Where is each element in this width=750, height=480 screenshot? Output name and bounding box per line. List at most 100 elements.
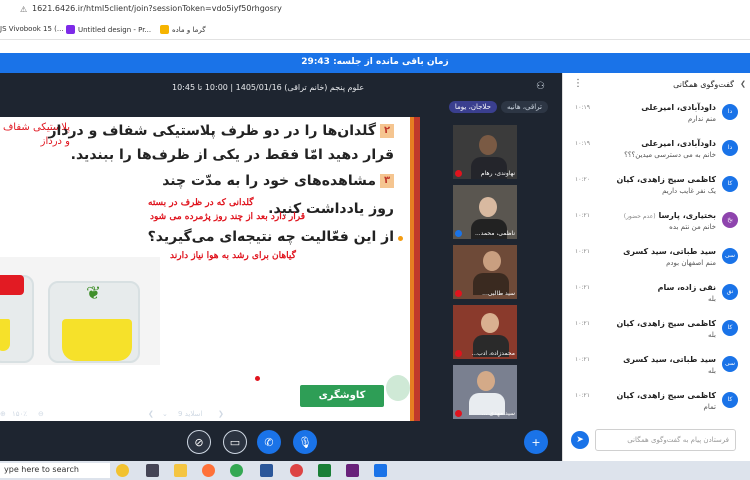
chat-message: دا داودآبادی، امیرعلی ۱۰:۱۹ منم ندارم (571, 101, 738, 137)
sender-status: (عدم حضور) (623, 213, 656, 220)
pill-user[interactable]: تراقی، هانیه (500, 101, 548, 113)
avatar: نق (722, 284, 738, 300)
camera-button[interactable]: ▭ (223, 430, 247, 454)
bookmark-label: JS Vivobook 15 (... (0, 25, 64, 33)
message-sender: بختیاری، پارسا (عدم حضور) (624, 211, 716, 220)
chat-message: کا کاظمی سیج زاهدی، کیان ۱۰:۲۱ تمام (571, 389, 738, 425)
chat-message: نق نقی زاده، سام ۱۰:۲۱ بله (571, 281, 738, 317)
message-time: ۱۰:۲۱ (575, 212, 590, 219)
message-time: ۱۰:۱۹ (575, 140, 590, 147)
message-text: یک نفر غایب داریم (662, 187, 716, 195)
message-sender: داودآبادی، امیرعلی (641, 139, 716, 148)
webcam-tile[interactable]: محمدزاده، آدب... (453, 305, 517, 359)
media-controls: ⊘ ▭ ✆ 🎙 + (0, 427, 562, 461)
webcam-tile[interactable]: سید طالبی... (453, 245, 517, 299)
actions-button[interactable]: + (524, 430, 548, 454)
avatar: دا (722, 104, 738, 120)
slide-selector[interactable]: اسلاید 9 (178, 410, 202, 418)
app-icon[interactable] (374, 464, 387, 477)
task-view-icon[interactable] (146, 464, 159, 477)
pot-yellow (0, 319, 10, 351)
previous-slide-icon[interactable]: ❮ (148, 410, 154, 418)
screen-share-off-icon: ⊘ (194, 435, 204, 449)
pot-yellow (62, 319, 132, 361)
folder-icon (160, 25, 169, 34)
person-head (477, 371, 495, 391)
app-icon[interactable] (290, 464, 303, 477)
mic-muted-icon (455, 350, 462, 357)
browser-address-bar[interactable]: ⚠ 1621.6426.ir/html5client/join?sessionT… (0, 0, 750, 22)
webcam-tile[interactable]: سید مهدی ... (453, 365, 517, 419)
zoom-out-icon[interactable]: ⊖ (38, 410, 44, 418)
webcam-name: نهاوندی، رهام (480, 170, 515, 177)
handwritten-annotation: قرار دارد بعد از چند روز پژمرده می شود (150, 212, 306, 222)
word-icon[interactable] (260, 464, 273, 477)
presenter-pills: تراقی، هانیه حلاجان، یوما (448, 101, 548, 113)
person-head (483, 251, 501, 271)
avatar: سی (722, 248, 738, 264)
slide-text-line: از این فعّالیت چه نتیجه‌ای می‌گیرید؟ (147, 229, 394, 245)
taskbar-search-box[interactable]: ype here to search (0, 463, 110, 478)
message-text: خانم من نتم بده (669, 223, 716, 231)
webcam-tile[interactable]: ناظمی، محمد... (453, 185, 517, 239)
person-head (479, 135, 497, 155)
sparkle-icon[interactable] (116, 464, 129, 477)
microphone-button[interactable]: 🎙 (293, 430, 317, 454)
chat-message: دا داودآبادی، امیرعلی ۱۰:۱۹ خانم به می د… (571, 137, 738, 173)
message-time: ۱۰:۲۱ (575, 284, 590, 291)
session-timer-bar: زمان باقی مانده از جلسه: 29:43 (0, 53, 750, 73)
public-chat-panel: ⋮ گفت‌وگوی همگانی ❮ دا داودآبادی، امیرعل… (562, 73, 750, 461)
bookmark-item[interactable]: Untitled design - Pr... (66, 25, 151, 34)
chat-message: سی سید طباتی، سید کسری ۱۰:۲۱ منم اصفهان … (571, 245, 738, 281)
step-number: ۲ (380, 124, 394, 138)
chat-message: کا کاظمی سیج زاهدی، کیان ۱۰:۲۰ یک نفر غا… (571, 173, 738, 209)
avatar: کا (722, 392, 738, 408)
session-timer-text: زمان باقی مانده از جلسه: 29:43 (301, 57, 449, 67)
lock-icon: ⚠ (20, 5, 28, 14)
webcam-tile[interactable]: نهاوندی، رهام (453, 125, 517, 179)
webcam-name: محمدزاده، آدب... (471, 350, 515, 357)
users-icon[interactable]: ⚇ (536, 81, 550, 93)
pill-user-active[interactable]: حلاجان، یوما (448, 101, 497, 113)
slide-text-line: ۳ مشاهده‌های خود را به مدّت چند (162, 173, 394, 189)
slide-controls: ⊕ ۱۵۰٪ ⊖ ❮ ⌄ اسلاید 9 ❯ (0, 406, 420, 422)
presentation-area: علوم پنجم (خانم تراقی) 1405/01/16 | 10:0… (0, 73, 562, 461)
more-options-icon[interactable]: ⋮ (573, 78, 583, 89)
bookmark-item[interactable]: JS Vivobook 15 (... (0, 25, 64, 33)
avatar: کا (722, 176, 738, 192)
webcam-name: سید مهدی ... (481, 410, 515, 417)
excel-icon[interactable] (318, 464, 331, 477)
message-text: بله (707, 331, 716, 339)
send-message-button[interactable]: ➤ (571, 431, 589, 449)
message-time: ۱۰:۲۱ (575, 392, 590, 399)
message-sender: نقی زاده، سام (657, 283, 716, 292)
message-time: ۱۰:۲۰ (575, 176, 590, 183)
close-chat-icon[interactable]: ❮ (740, 80, 746, 88)
screen-share-button[interactable]: ⊘ (187, 430, 211, 454)
file-explorer-icon[interactable] (174, 464, 187, 477)
zoom-level: ۱۵۰٪ (12, 410, 28, 418)
chat-message: سی سید طباتی، سید کسری ۱۰:۲۱ بله (571, 353, 738, 389)
visual-studio-icon[interactable] (346, 464, 359, 477)
message-time: ۱۰:۲۱ (575, 356, 590, 363)
next-slide-icon[interactable]: ❯ (218, 410, 224, 418)
bookmark-item[interactable]: گرما و ماده (160, 25, 206, 34)
plant-icon: ❦ (86, 283, 102, 304)
chat-message-input[interactable]: فرستادن پیام به گفت‌وگوی همگانی (595, 429, 736, 451)
firefox-icon[interactable] (202, 464, 215, 477)
bookmark-label: گرما و ماده (172, 25, 206, 34)
message-text: تمام (703, 403, 716, 411)
mic-muted-icon (455, 290, 462, 297)
windows-taskbar: ype here to search (0, 461, 750, 480)
zoom-in-icon[interactable]: ⊕ (0, 410, 6, 418)
avatar: بخ (722, 212, 738, 228)
leave-audio-button[interactable]: ✆ (257, 430, 281, 454)
message-time: ۱۰:۲۱ (575, 320, 590, 327)
slide-text: مشاهده‌های خود را به مدّت چند (162, 173, 376, 189)
chrome-icon[interactable] (230, 464, 243, 477)
chevron-down-icon[interactable]: ⌄ (162, 410, 168, 418)
url-text[interactable]: 1621.6426.ir/html5client/join?sessionTok… (32, 4, 282, 13)
slide-text: گلدان‌ها را در دو ظرف پلاستیکی شفاف و در… (48, 123, 376, 139)
message-sender: کاظمی سیج زاهدی، کیان (616, 391, 716, 400)
message-sender: داودآبادی، امیرعلی (641, 103, 716, 112)
